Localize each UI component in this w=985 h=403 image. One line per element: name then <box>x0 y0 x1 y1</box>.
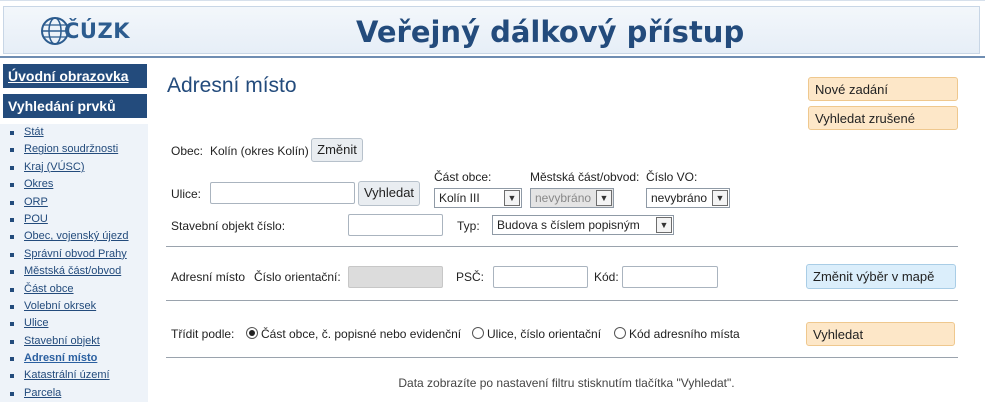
search-cancelled-button[interactable]: Vyhledat zrušené <box>808 106 958 130</box>
psc-input[interactable] <box>493 266 588 288</box>
cislo-vo-label: Číslo VO: <box>646 170 698 184</box>
header: ČÚZK Veřejný dálkový přístup <box>0 0 985 58</box>
divider <box>166 300 958 301</box>
sidebar-item-stavebni-objekt[interactable]: Stavební objekt <box>0 332 148 351</box>
sidebar-item-adresni-misto[interactable]: Adresní místo <box>0 350 148 368</box>
chevron-down-icon: ▼ <box>712 190 728 206</box>
sidebar-item-label[interactable]: Region soudržnosti <box>24 143 118 155</box>
cast-obce-select[interactable]: Kolín III ▼ <box>434 188 522 208</box>
app-title: Veřejný dálkový přístup <box>356 15 745 49</box>
page-title: Adresní místo <box>167 74 297 97</box>
main-content: Adresní místo Nové zadání Vyhledat zruše… <box>148 60 985 403</box>
psc-label: PSČ: <box>456 270 485 284</box>
cislo-vo-value: nevybráno <box>651 191 708 205</box>
stavebni-objekt-label: Stavební objekt číslo: <box>171 219 286 233</box>
sidebar-item-label[interactable]: Stavební objekt <box>24 335 100 347</box>
divider <box>166 246 958 247</box>
sidebar-item-volebni-okrsek[interactable]: Volební okrsek <box>0 297 148 316</box>
mestska-cast-label: Městská část/obvod: <box>530 170 640 184</box>
sidebar-item-label[interactable]: POU <box>24 213 48 225</box>
sidebar-item-label[interactable]: Katastrální území <box>24 369 110 381</box>
sidebar-item-list: Stát Region soudržnosti Kraj (VÚSC) Okre… <box>0 124 148 403</box>
sidebar-item-label[interactable]: Volební okrsek <box>24 300 96 312</box>
typ-label: Typ: <box>457 219 480 233</box>
mestska-cast-value: nevybráno <box>535 191 592 205</box>
sidebar-search-heading[interactable]: Vyhledání prvků <box>3 94 147 118</box>
chevron-down-icon: ▼ <box>504 190 520 206</box>
sidebar-item-katastralni-uzemi[interactable]: Katastrální území <box>0 367 148 385</box>
sidebar-item-ulice[interactable]: Ulice <box>0 315 148 333</box>
sidebar-item-orp[interactable]: ORP <box>0 193 148 211</box>
header-banner: ČÚZK Veřejný dálkový přístup <box>3 6 980 54</box>
sidebar-item-label[interactable]: Část obce <box>24 283 74 295</box>
typ-value: Budova s číslem popisným <box>497 218 640 232</box>
sort-option-label[interactable]: Ulice, číslo orientační <box>487 327 601 341</box>
stavebni-objekt-input[interactable] <box>348 214 443 236</box>
cislo-orientacni-input <box>348 266 443 288</box>
cast-obce-label: Část obce: <box>434 170 492 184</box>
sort-label: Třídit podle: <box>171 327 235 341</box>
kod-label: Kód: <box>594 270 619 284</box>
sidebar-item-parcela[interactable]: Parcela <box>0 384 148 403</box>
cuzk-logo[interactable]: ČÚZK <box>40 16 130 46</box>
sidebar-item-label[interactable]: Městská část/obvod <box>24 265 121 277</box>
sidebar-item-okres[interactable]: Okres <box>0 176 148 194</box>
logo-text: ČÚZK <box>64 19 130 43</box>
chevron-down-icon: ▼ <box>656 217 672 233</box>
ulice-search-button[interactable]: Vyhledat <box>358 181 420 206</box>
sidebar-item-stat[interactable]: Stát <box>0 124 148 142</box>
sidebar-item-pou[interactable]: POU <box>0 210 148 229</box>
divider <box>166 357 958 358</box>
sidebar: Úvodní obrazovka Vyhledání prvků Stát Re… <box>0 60 148 403</box>
mestska-cast-select[interactable]: nevybráno ▼ <box>530 188 614 208</box>
sidebar-item-cast-obce[interactable]: Část obce <box>0 280 148 298</box>
cislo-orientacni-label: Číslo orientační: <box>254 270 341 284</box>
sort-option-cast-obce-radio[interactable] <box>246 327 258 339</box>
kod-input[interactable] <box>622 266 718 288</box>
hint-text: Data zobrazíte po nastavení filtru stisk… <box>398 376 735 390</box>
sidebar-item-kraj[interactable]: Kraj (VÚSC) <box>0 158 148 177</box>
sidebar-item-label[interactable]: Ulice <box>24 317 48 329</box>
sidebar-item-mestska-cast[interactable]: Městská část/obvod <box>0 263 148 281</box>
sidebar-item-label[interactable]: Kraj (VÚSC) <box>24 161 85 173</box>
sidebar-item-label[interactable]: Parcela <box>24 387 61 399</box>
change-map-selection-button[interactable]: Změnit výběr v mapě <box>806 264 956 289</box>
typ-select[interactable]: Budova s číslem popisným ▼ <box>492 215 674 235</box>
sidebar-home-link[interactable]: Úvodní obrazovka <box>3 64 147 88</box>
sidebar-item-label[interactable]: Správní obvod Prahy <box>24 248 127 260</box>
new-entry-button[interactable]: Nové zadání <box>808 77 958 101</box>
sidebar-item-spravni-obvod[interactable]: Správní obvod Prahy <box>0 245 148 264</box>
ulice-label: Ulice: <box>171 187 202 201</box>
cast-obce-value: Kolín III <box>439 191 480 205</box>
cislo-vo-select[interactable]: nevybráno ▼ <box>646 188 730 208</box>
sort-option-kod-radio[interactable] <box>614 327 626 339</box>
sidebar-item-label[interactable]: Okres <box>24 178 53 190</box>
sidebar-item-obec[interactable]: Obec, vojenský újezd <box>0 228 148 246</box>
adresni-misto-label: Adresní místo <box>171 270 246 284</box>
sidebar-item-label[interactable]: ORP <box>24 196 48 208</box>
sidebar-item-label[interactable]: Stát <box>24 126 44 138</box>
sidebar-item-region[interactable]: Region soudržnosti <box>0 141 148 159</box>
change-obec-button[interactable]: Změnit <box>311 138 363 162</box>
obec-value: Kolín (okres Kolín) <box>210 144 309 158</box>
obec-label: Obec: <box>171 144 204 158</box>
sort-option-ulice-radio[interactable] <box>472 327 484 339</box>
ulice-input[interactable] <box>210 182 355 204</box>
chevron-down-icon: ▼ <box>596 190 612 206</box>
sort-option-label[interactable]: Kód adresního místa <box>629 327 740 341</box>
sidebar-item-label[interactable]: Obec, vojenský újezd <box>24 230 129 242</box>
sidebar-item-label[interactable]: Adresní místo <box>24 352 97 364</box>
search-button[interactable]: Vyhledat <box>806 322 955 346</box>
sort-option-label[interactable]: Část obce, č. popisné nebo evidenční <box>261 327 461 341</box>
